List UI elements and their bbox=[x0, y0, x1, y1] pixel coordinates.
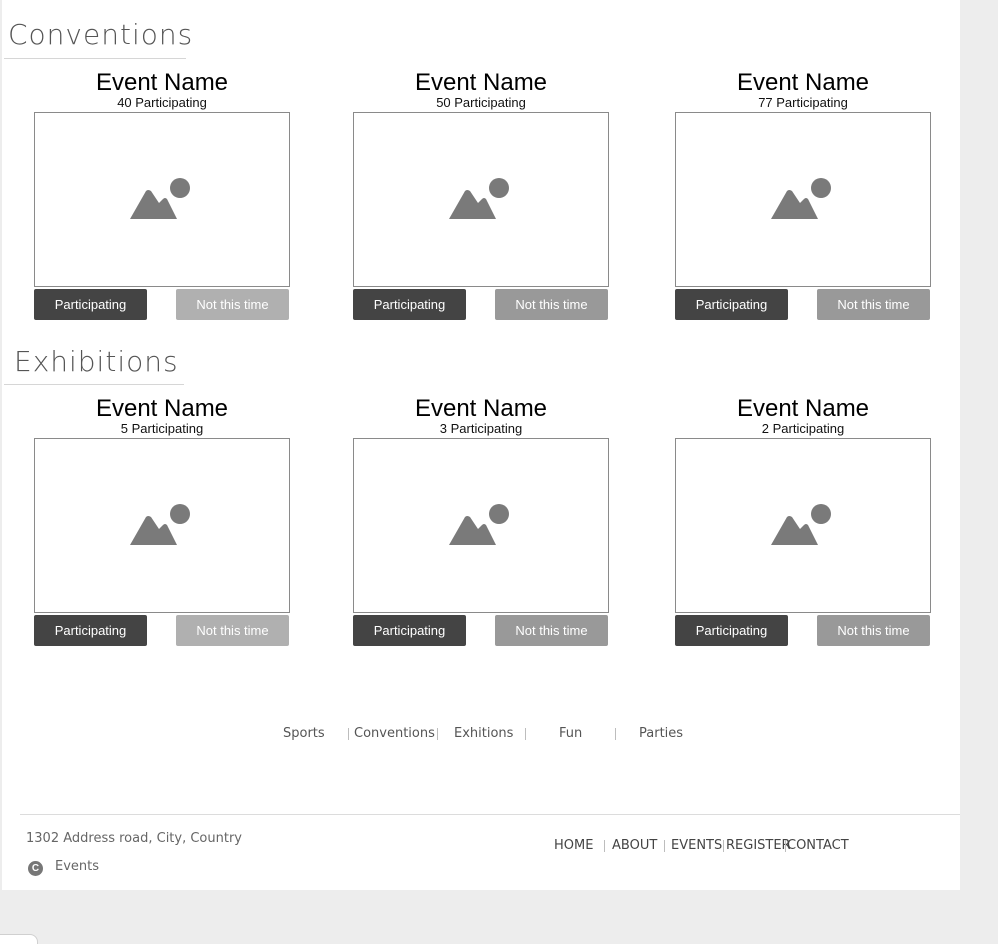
not-this-time-button[interactable]: Not this time bbox=[817, 289, 930, 320]
nav-separator bbox=[604, 840, 605, 852]
event-image[interactable] bbox=[675, 438, 931, 613]
event-name: Event Name bbox=[414, 395, 548, 422]
event-card: Event Name 2 Participating Participating… bbox=[675, 395, 931, 646]
participant-count: 3 Participating bbox=[439, 421, 523, 436]
image-placeholder-icon bbox=[771, 178, 831, 219]
event-card: Event Name 5 Participating Participating… bbox=[34, 395, 290, 646]
footer-divider bbox=[20, 814, 960, 815]
event-name: Event Name bbox=[95, 395, 229, 422]
page: Conventions Event Name 40 Participating … bbox=[2, 0, 960, 890]
participant-count: 2 Participating bbox=[761, 421, 845, 436]
footer-address: 1302 Address road, City, Country bbox=[26, 831, 243, 846]
event-name: Event Name bbox=[736, 69, 870, 96]
category-link-exhitions[interactable]: Exhitions bbox=[454, 726, 513, 741]
not-this-time-button[interactable]: Not this time bbox=[817, 615, 930, 646]
image-placeholder-icon bbox=[130, 504, 190, 545]
event-image[interactable] bbox=[353, 112, 609, 287]
section-title-conventions: Conventions bbox=[8, 18, 194, 51]
event-card: Event Name 50 Participating Participatin… bbox=[353, 69, 609, 320]
footer-link-contact[interactable]: CONTACT bbox=[787, 838, 849, 853]
category-link-parties[interactable]: Parties bbox=[639, 726, 683, 741]
nav-separator bbox=[723, 840, 724, 852]
not-this-time-button[interactable]: Not this time bbox=[176, 615, 289, 646]
participating-button[interactable]: Participating bbox=[34, 615, 147, 646]
footer-link-register[interactable]: REGISTER bbox=[726, 838, 791, 853]
section-divider bbox=[4, 384, 184, 385]
participant-count: 40 Participating bbox=[117, 95, 207, 110]
category-link-sports[interactable]: Sports bbox=[283, 726, 325, 741]
bottom-left-tab bbox=[0, 934, 38, 944]
section-divider bbox=[4, 58, 186, 59]
copyright-icon: C bbox=[28, 861, 43, 876]
nav-separator bbox=[664, 840, 665, 852]
event-card: Event Name 3 Participating Participating… bbox=[353, 395, 609, 646]
image-placeholder-icon bbox=[771, 504, 831, 545]
participating-button[interactable]: Participating bbox=[675, 615, 788, 646]
nav-separator bbox=[785, 840, 786, 852]
participating-button[interactable]: Participating bbox=[353, 615, 466, 646]
footer-link-about[interactable]: ABOUT bbox=[612, 838, 657, 853]
copyright-label: Events bbox=[55, 859, 100, 874]
nav-separator bbox=[348, 728, 349, 740]
image-placeholder-icon bbox=[449, 504, 509, 545]
nav-separator bbox=[525, 728, 526, 740]
event-card: Event Name 77 Participating Participatin… bbox=[675, 69, 931, 320]
nav-separator bbox=[437, 728, 438, 740]
nav-separator bbox=[615, 728, 616, 740]
event-image[interactable] bbox=[675, 112, 931, 287]
not-this-time-button[interactable]: Not this time bbox=[495, 289, 608, 320]
event-image[interactable] bbox=[34, 438, 290, 613]
event-image[interactable] bbox=[353, 438, 609, 613]
category-link-conventions[interactable]: Conventions bbox=[354, 726, 435, 741]
participating-button[interactable]: Participating bbox=[675, 289, 788, 320]
participating-button[interactable]: Participating bbox=[353, 289, 466, 320]
participant-count: 50 Participating bbox=[436, 95, 526, 110]
event-card: Event Name 40 Participating Participatin… bbox=[34, 69, 290, 320]
footer-link-home[interactable]: HOME bbox=[554, 838, 593, 853]
not-this-time-button[interactable]: Not this time bbox=[495, 615, 608, 646]
category-link-fun[interactable]: Fun bbox=[559, 726, 582, 741]
participant-count: 77 Participating bbox=[758, 95, 848, 110]
event-name: Event Name bbox=[95, 69, 229, 96]
participant-count: 5 Participating bbox=[120, 421, 204, 436]
event-name: Event Name bbox=[414, 69, 548, 96]
section-title-exhibitions: Exhibitions bbox=[14, 345, 179, 378]
image-placeholder-icon bbox=[130, 178, 190, 219]
event-name: Event Name bbox=[736, 395, 870, 422]
not-this-time-button[interactable]: Not this time bbox=[176, 289, 289, 320]
participating-button[interactable]: Participating bbox=[34, 289, 147, 320]
footer-link-events[interactable]: EVENTS bbox=[671, 838, 722, 853]
image-placeholder-icon bbox=[449, 178, 509, 219]
event-image[interactable] bbox=[34, 112, 290, 287]
